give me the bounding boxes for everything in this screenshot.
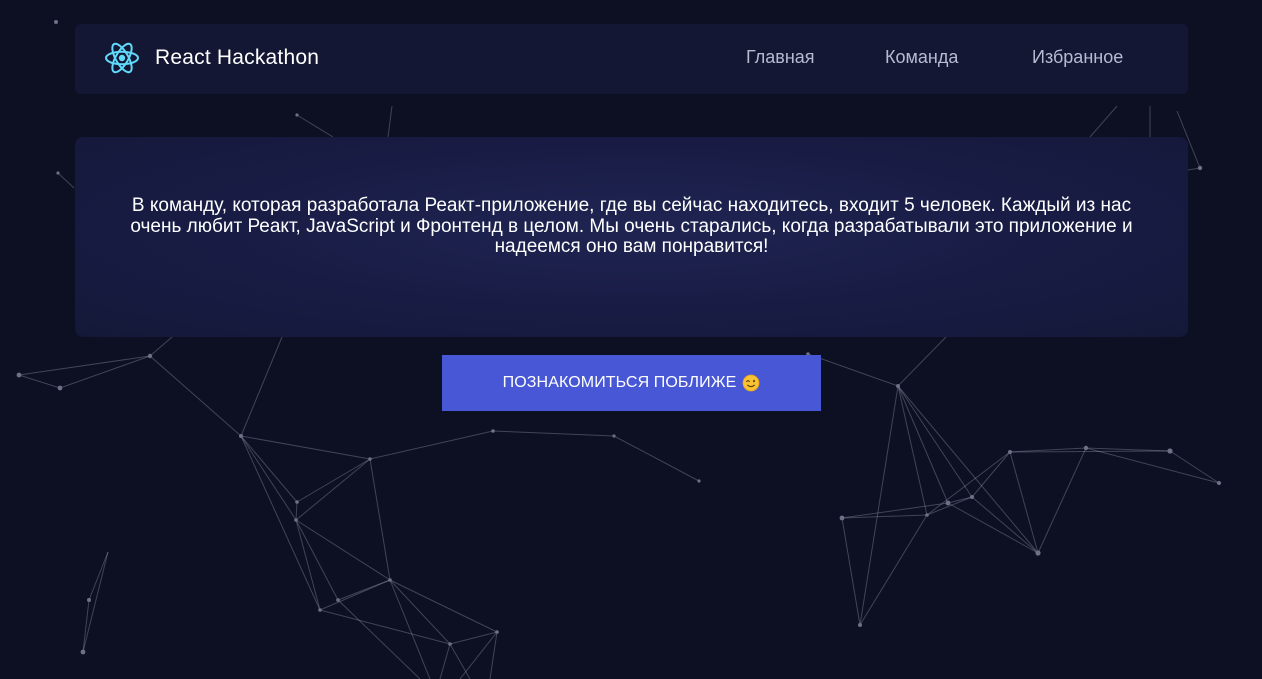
winking-face-icon	[742, 374, 760, 392]
brand-name[interactable]: React Hackathon	[155, 46, 319, 70]
network-nodes	[16, 20, 1221, 655]
get-to-know-button[interactable]: ПОЗНАКОМИТЬСЯ ПОБЛИЖЕ	[442, 355, 821, 411]
hero-description: В команду, которая разработала Реакт-при…	[130, 195, 1133, 258]
react-atom-icon[interactable]	[104, 40, 140, 76]
get-to-know-button-label: ПОЗНАКОМИТЬСЯ ПОБЛИЖЕ	[502, 374, 737, 391]
background-particle-network	[16, 20, 1221, 679]
nav-link-team[interactable]: Команда	[885, 47, 958, 68]
nav-link-home[interactable]: Главная	[746, 47, 815, 68]
nav-link-favorites[interactable]: Избранное	[1032, 47, 1123, 68]
page: React Hackathon Главная Команда Избранно…	[0, 0, 1262, 679]
hero-card: В команду, которая разработала Реакт-при…	[75, 137, 1188, 337]
